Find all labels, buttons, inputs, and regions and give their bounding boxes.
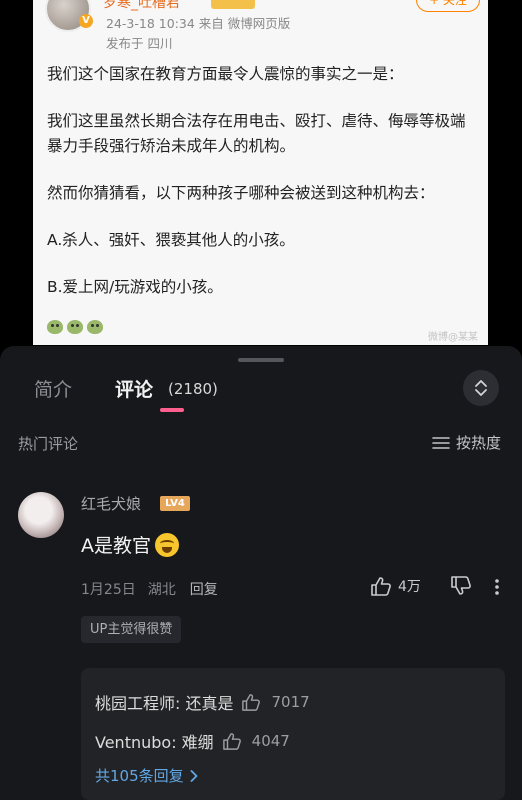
replies-box: 桃园工程师: 还真是 7017 Ventnubo: 难绷 4047 共105条回… (81, 668, 505, 800)
chevron-up-down-icon (475, 380, 487, 396)
crying-emoji-icon (155, 532, 179, 557)
sort-list-icon (432, 436, 450, 449)
like-button[interactable]: 4万 (370, 576, 421, 596)
sort-label: 按热度 (456, 434, 502, 452)
drag-handle[interactable] (238, 358, 284, 362)
post-paragraph: 然而你猜猜看，以下两种孩子哪种会被送到这种机构去： (47, 184, 435, 202)
watermark: 微博@某某 (428, 332, 478, 343)
comment-date: 1月25日 (81, 582, 136, 598)
comment-text-content: A是教官 (81, 535, 151, 557)
view-more-replies-link[interactable]: 共105条回复 (95, 765, 198, 786)
reply-like-count: 7017 (271, 693, 310, 711)
reply-button[interactable]: 回复 (190, 579, 218, 599)
like-count: 4万 (398, 579, 421, 595)
hot-comments-label: 热门评论 (18, 435, 79, 453)
post-paragraph: 我们这个国家在教育方面最令人震惊的事实之一是： (47, 65, 404, 83)
dislike-button[interactable] (450, 576, 472, 596)
thumbs-up-icon (371, 577, 391, 596)
post-paragraph: B.爱上网/玩游戏的小孩。 (47, 278, 223, 296)
list-item[interactable]: 桃园工程师: 还真是 7017 (95, 690, 310, 714)
weibo-post-card: V 岁寒_吐槽君 + 关注 24-3-18 10:34 来自 微博网页版 发布于… (33, 0, 488, 345)
chevron-right-icon (190, 769, 198, 782)
tab-indicator (160, 408, 184, 412)
tab-comments[interactable]: 评论 (115, 375, 153, 402)
comment-count: (2180) (168, 380, 218, 398)
doge-emoji-icon (87, 320, 103, 334)
post-location: 发布于 四川 (106, 36, 173, 51)
comment-panel: 简介 评论 (2180) 热门评论 按热度 红毛犬娘 LV4 A是教官 1月25… (0, 346, 522, 800)
level-badge: LV4 (160, 496, 190, 511)
more-options-button[interactable] (494, 578, 500, 596)
verified-icon: V (79, 14, 93, 28)
up-liked-tag: UP主觉得很赞 (81, 616, 182, 643)
post-body: 我们这个国家在教育方面最令人震惊的事实之一是： 我们这里虽然长期合法存在用电击、… (47, 62, 477, 322)
list-item[interactable]: Ventnubo: 难绷 4047 (95, 729, 290, 753)
thumbs-down-icon (451, 576, 471, 595)
post-author-name[interactable]: 岁寒_吐槽君 (103, 0, 180, 12)
comment-region: 湖北 (147, 582, 176, 598)
thumbs-up-icon[interactable] (241, 693, 261, 711)
expand-button[interactable] (463, 370, 499, 406)
reply-like-count: 4047 (251, 732, 290, 750)
comment-meta: 1月25日 湖北 回复 (81, 579, 218, 599)
follow-button[interactable]: + 关注 (416, 0, 480, 12)
thumbs-up-icon[interactable] (222, 732, 242, 750)
doge-emoji-icon (67, 320, 83, 334)
post-meta: 24-3-18 10:34 来自 微博网页版 (106, 16, 291, 31)
member-badge (211, 0, 255, 9)
doge-emoji-icon (47, 320, 63, 334)
post-paragraph: 我们这里虽然长期合法存在用电击、殴打、虐待、侮辱等极端暴力手段强行矫治未成年人的… (47, 112, 466, 155)
comment-username[interactable]: 红毛犬娘 (81, 493, 141, 514)
emoji-row (47, 320, 103, 334)
post-paragraph: A.杀人、强奸、猥亵其他人的小孩。 (47, 231, 295, 249)
comment-text: A是教官 (81, 531, 179, 558)
more-replies-label: 共105条回复 (95, 767, 184, 785)
sort-button[interactable]: 按热度 (432, 432, 501, 453)
reply-text: Ventnubo: 难绷 (95, 733, 214, 752)
more-vertical-icon (495, 579, 499, 595)
tab-intro[interactable]: 简介 (34, 375, 72, 402)
reply-text: 桃园工程师: 还真是 (95, 694, 234, 713)
avatar[interactable] (18, 492, 64, 538)
